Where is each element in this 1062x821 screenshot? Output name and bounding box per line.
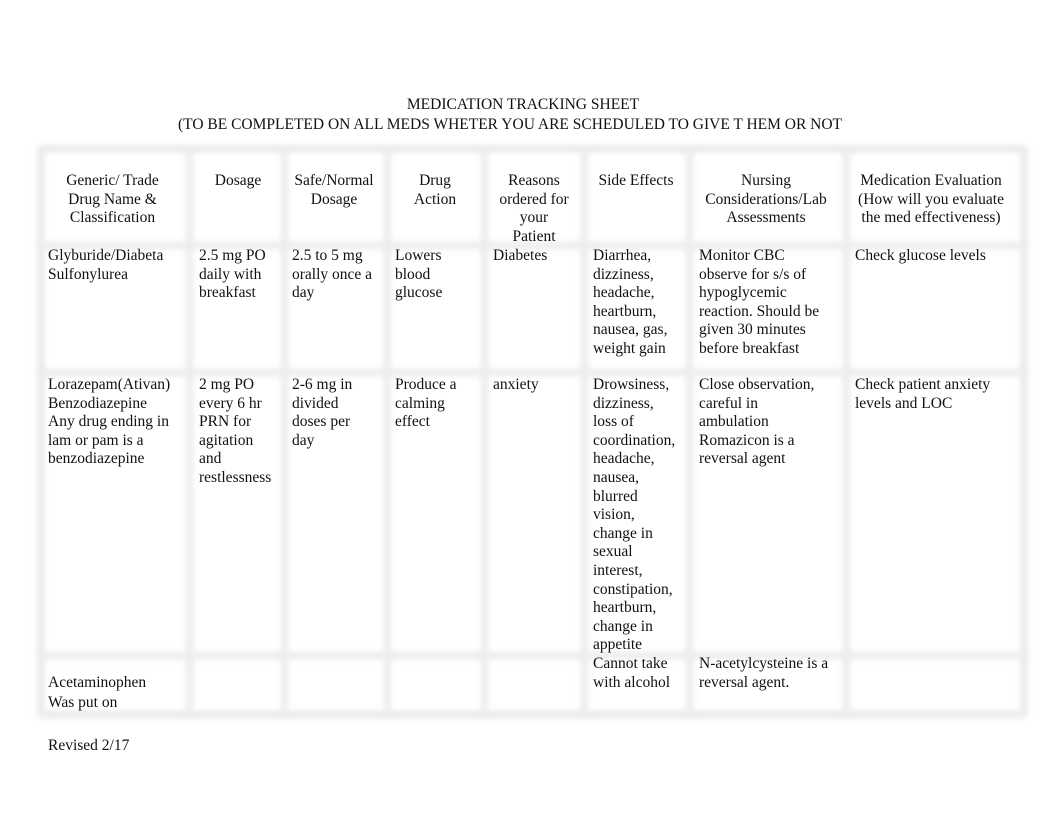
cell-dosage: 2 mg PO every 6 hr PRN for agitation and…: [199, 376, 272, 486]
column-divider: [843, 148, 850, 715]
column-header-dosage: Dosage: [214, 172, 262, 189]
cell-nursing-considerations: N-acetylcysteine is a reversal agent.: [699, 655, 829, 691]
table-border: [40, 145, 1025, 152]
cell-reason: Diabetes: [493, 247, 548, 264]
cell-drug-name: Glyburide/Diabeta Sulfonylurea: [48, 247, 164, 283]
cell-dosage: 2.5 mg PO daily with breakfast: [199, 247, 266, 302]
cell-side-effects: Cannot take with alcohol: [593, 655, 671, 691]
column-header-medication-evaluation: Medication Evaluation (How will you eval…: [858, 172, 1004, 227]
cell-drug-name: Acetaminophen Was put on: [48, 674, 147, 711]
cell-safe-dosage: 2-6 mg in divided doses per day: [292, 376, 353, 449]
row-divider: [40, 652, 1025, 659]
cell-drug-action: Produce a calming effect: [395, 376, 457, 431]
column-header-safe-dosage: Safe/Normal Dosage: [294, 172, 374, 208]
cell-nursing-considerations: Close observation, careful in ambulation…: [699, 376, 815, 468]
column-divider: [384, 148, 391, 715]
column-header-side-effects: Side Effects: [598, 172, 674, 189]
cell-reason: anxiety: [493, 376, 539, 393]
cell-medication-evaluation: Check patient anxiety levels and LOC: [855, 376, 991, 412]
table-border: [40, 712, 1025, 719]
revision-note: Revised 2/17: [48, 737, 130, 754]
column-divider: [686, 148, 693, 715]
sheet-subtitle: (TO BE COMPLETED ON ALL MEDS WHETER YOU …: [177, 116, 843, 133]
sheet-title: MEDICATION TRACKING SHEET: [406, 96, 640, 113]
column-header-reasons: Reasons ordered for your Patient: [499, 172, 569, 245]
column-divider: [281, 148, 288, 715]
column-header-drug-action: Drug Action: [413, 172, 457, 208]
cell-safe-dosage: 2.5 to 5 mg orally once a day: [292, 247, 373, 302]
cell-medication-evaluation: Check glucose levels: [855, 247, 986, 264]
cell-side-effects: Drowsiness, dizziness, loss of coordinat…: [593, 376, 676, 654]
column-divider: [186, 148, 193, 715]
cell-nursing-considerations: Monitor CBC observe for s/s of hypoglyce…: [699, 247, 820, 357]
column-header-drug-name: Generic/ Trade Drug Name & Classificatio…: [66, 172, 159, 227]
cell-drug-name: Lorazepam(Ativan) Benzodiazepine Any dru…: [48, 376, 171, 468]
table-border: [1021, 148, 1028, 715]
cell-side-effects: Diarrhea, dizziness, headache, heartburn…: [593, 247, 668, 357]
table-border: [37, 148, 44, 715]
cell-drug-action: Lowers blood glucose: [395, 247, 443, 302]
row-divider: [40, 369, 1025, 376]
column-header-nursing-considerations: Nursing Considerations/Lab Assessments: [705, 172, 827, 227]
